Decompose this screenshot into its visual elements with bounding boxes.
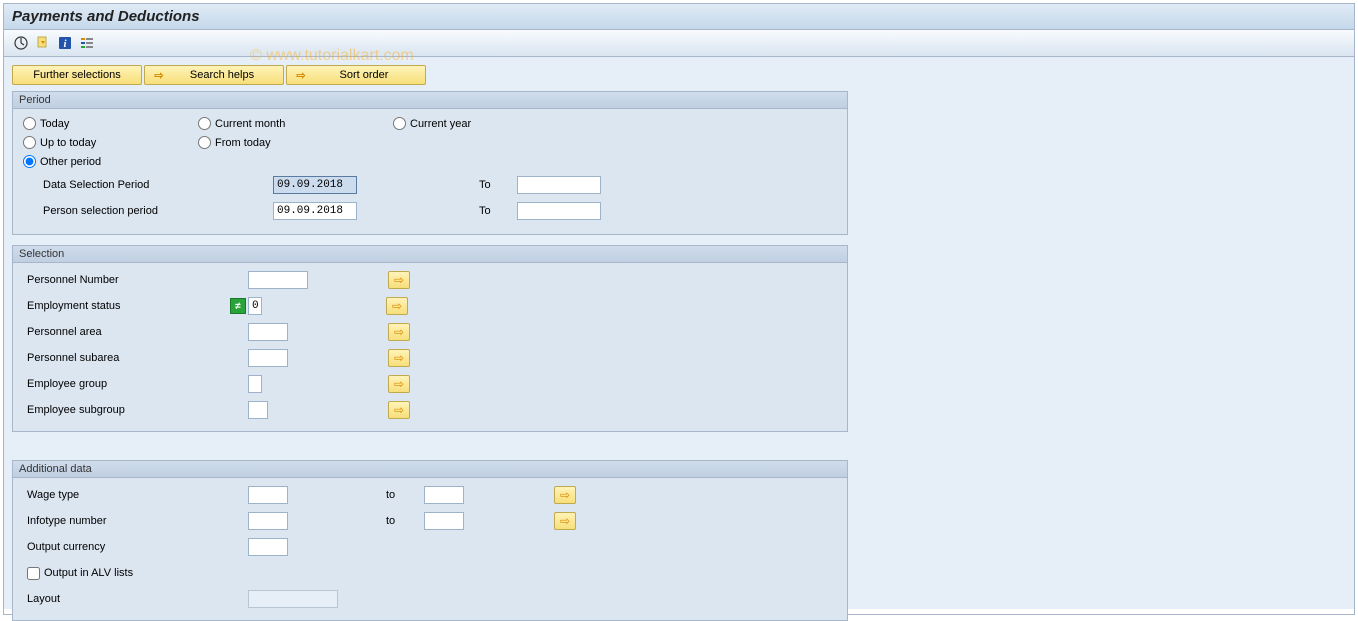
list-icon[interactable] xyxy=(78,34,96,52)
radio-other-period-label: Other period xyxy=(40,156,101,168)
personnel-number-label: Personnel Number xyxy=(23,274,248,286)
wage-type-to-input[interactable] xyxy=(424,486,464,504)
arrow-right-icon: ⇨ xyxy=(295,69,307,82)
get-variant-icon[interactable] xyxy=(34,34,52,52)
data-selection-period-to-input[interactable] xyxy=(517,176,601,194)
multi-select-button[interactable]: ⇨ xyxy=(388,349,410,367)
not-equal-icon[interactable]: ≠ xyxy=(230,298,246,314)
execute-icon[interactable] xyxy=(12,34,30,52)
page-title: Payments and Deductions xyxy=(4,4,1354,30)
person-selection-period-label: Person selection period xyxy=(23,205,273,217)
search-helps-button[interactable]: ⇨ Search helps xyxy=(144,65,284,85)
multi-select-button[interactable]: ⇨ xyxy=(388,401,410,419)
personnel-subarea-label: Personnel subarea xyxy=(23,352,248,364)
multi-select-button[interactable]: ⇨ xyxy=(554,486,576,504)
additional-data-groupbox: Additional data Wage type to ⇨ Infotype … xyxy=(12,460,848,621)
multi-select-button[interactable]: ⇨ xyxy=(554,512,576,530)
person-selection-period-from-input[interactable] xyxy=(273,202,357,220)
multi-select-button[interactable]: ⇨ xyxy=(388,375,410,393)
layout-input[interactable] xyxy=(248,590,338,608)
radio-today-label: Today xyxy=(40,118,69,130)
employee-group-input[interactable] xyxy=(248,375,262,393)
further-selections-button[interactable]: Further selections xyxy=(12,65,142,85)
employment-status-label: Employment status xyxy=(23,300,230,312)
to-label: To xyxy=(479,179,517,191)
selection-buttons-row: Further selections ⇨ Search helps ⇨ Sort… xyxy=(12,65,1346,85)
sort-order-button[interactable]: ⇨ Sort order xyxy=(286,65,426,85)
employee-group-label: Employee group xyxy=(23,378,248,390)
employee-subgroup-label: Employee subgroup xyxy=(23,404,248,416)
to-label-infotype: to xyxy=(386,515,424,527)
personnel-area-label: Personnel area xyxy=(23,326,248,338)
data-selection-period-label: Data Selection Period xyxy=(23,179,273,191)
radio-current-month[interactable]: Current month xyxy=(198,117,393,130)
period-groupbox: Period Today Current month Current year … xyxy=(12,91,848,235)
infotype-number-label: Infotype number xyxy=(23,515,248,527)
app-toolbar: i xyxy=(4,30,1354,57)
selection-legend: Selection xyxy=(13,246,847,263)
radio-current-year[interactable]: Current year xyxy=(393,117,573,130)
output-currency-label: Output currency xyxy=(23,541,248,553)
output-alv-checkbox[interactable] xyxy=(27,567,40,580)
radio-up-to-today[interactable]: Up to today xyxy=(23,136,198,149)
search-helps-label: Search helps xyxy=(169,69,275,81)
radio-current-month-label: Current month xyxy=(215,118,285,130)
multi-select-button[interactable]: ⇨ xyxy=(388,271,410,289)
personnel-number-input[interactable] xyxy=(248,271,308,289)
radio-from-today[interactable]: From today xyxy=(198,136,393,149)
radio-current-year-label: Current year xyxy=(410,118,471,130)
additional-data-legend: Additional data xyxy=(13,461,847,478)
info-icon[interactable]: i xyxy=(56,34,74,52)
period-legend: Period xyxy=(13,92,847,109)
output-currency-input[interactable] xyxy=(248,538,288,556)
radio-up-to-today-label: Up to today xyxy=(40,137,96,149)
wage-type-from-input[interactable] xyxy=(248,486,288,504)
radio-from-today-label: From today xyxy=(215,137,271,149)
personnel-area-input[interactable] xyxy=(248,323,288,341)
multi-select-button[interactable]: ⇨ xyxy=(386,297,408,315)
selection-groupbox: Selection Personnel Number ⇨ Employment … xyxy=(12,245,848,432)
to-label-2: To xyxy=(479,205,517,217)
to-label-wage: to xyxy=(386,489,424,501)
data-selection-period-from-input[interactable] xyxy=(273,176,357,194)
output-alv-label: Output in ALV lists xyxy=(44,567,133,579)
layout-label: Layout xyxy=(23,593,248,605)
wage-type-label: Wage type xyxy=(23,489,248,501)
sort-order-label: Sort order xyxy=(311,69,417,81)
person-selection-period-to-input[interactable] xyxy=(517,202,601,220)
radio-other-period[interactable]: Other period xyxy=(23,155,101,168)
infotype-number-to-input[interactable] xyxy=(424,512,464,530)
radio-today[interactable]: Today xyxy=(23,117,198,130)
arrow-right-icon: ⇨ xyxy=(153,69,165,82)
multi-select-button[interactable]: ⇨ xyxy=(388,323,410,341)
employment-status-input[interactable] xyxy=(248,297,262,315)
infotype-number-from-input[interactable] xyxy=(248,512,288,530)
personnel-subarea-input[interactable] xyxy=(248,349,288,367)
employee-subgroup-input[interactable] xyxy=(248,401,268,419)
